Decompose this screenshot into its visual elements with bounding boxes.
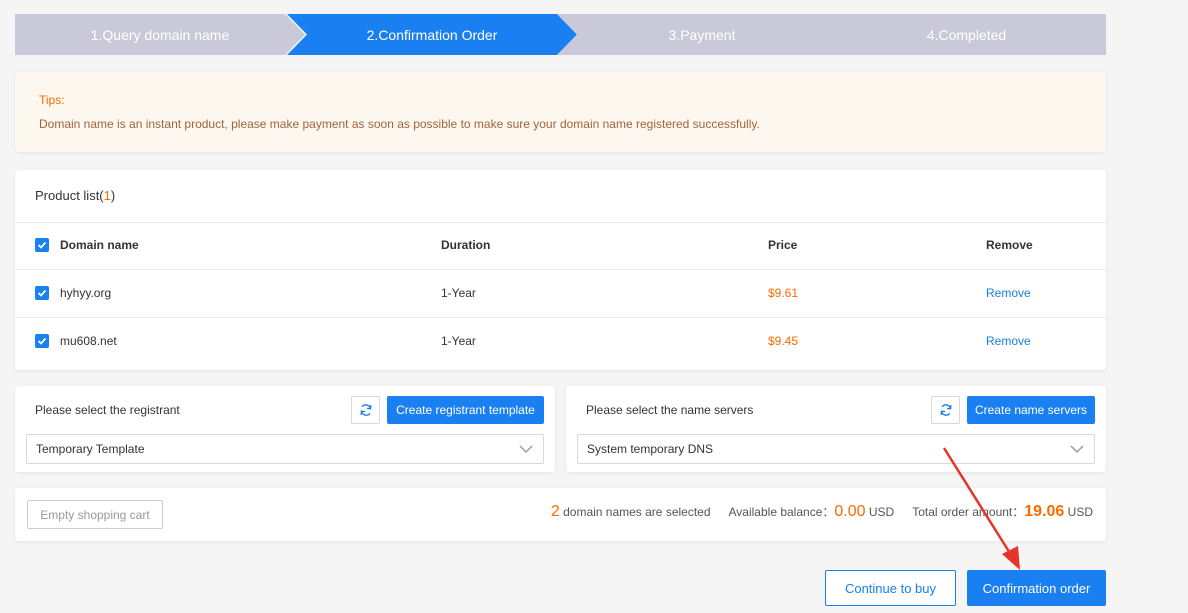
order-summary-panel: Empty shopping cart 2 domain names are s…: [15, 488, 1106, 541]
step-label: 3.Payment: [668, 26, 736, 43]
registrant-label: Please select the registrant: [35, 403, 180, 417]
tips-title: Tips:: [39, 93, 65, 107]
tips-panel: Tips: Domain name is an instant product,…: [15, 72, 1106, 152]
order-summary-line: 2 domain names are selected Available ba…: [551, 503, 1093, 521]
divider: [15, 317, 1106, 318]
step-payment: 3.Payment: [557, 14, 847, 55]
step-label: 2.Confirmation Order: [366, 26, 498, 43]
refresh-icon: [939, 404, 952, 416]
product-list-panel: Product list(1) Domain name Duration Pri…: [15, 170, 1106, 370]
check-icon: [37, 241, 47, 249]
step-label: 1.Query domain name: [90, 26, 230, 43]
header-domain-name: Domain name: [60, 238, 139, 252]
step-label: 4.Completed: [926, 26, 1007, 43]
name-servers-label: Please select the name servers: [586, 403, 754, 417]
selected-count: 2: [550, 503, 560, 520]
registrant-panel: Please select the registrant Create regi…: [15, 386, 555, 472]
registrant-selected-value: Temporary Template: [36, 442, 145, 456]
row-checkbox[interactable]: [35, 334, 49, 348]
price-cell: $9.45: [768, 334, 799, 348]
product-count: 1: [103, 188, 111, 203]
refresh-icon: [359, 404, 372, 416]
price-cell: $9.61: [768, 286, 799, 300]
header-price: Price: [768, 238, 798, 252]
create-registrant-template-button[interactable]: Create registrant template: [387, 396, 544, 424]
header-remove: Remove: [986, 238, 1033, 252]
product-list-title-text: Product list(: [35, 188, 104, 203]
select-all-checkbox[interactable]: [35, 238, 49, 252]
name-servers-panel: Please select the name servers Create na…: [566, 386, 1106, 472]
step-query-domain: 1.Query domain name: [15, 14, 305, 55]
total-unit: USD: [1067, 505, 1093, 519]
order-steps: 1.Query domain name 2.Confirmation Order…: [15, 14, 1106, 55]
domain-name-cell: hyhyy.org: [60, 286, 112, 300]
balance-unit: USD: [868, 505, 895, 519]
remove-link[interactable]: Remove: [986, 286, 1031, 300]
balance-label: Available balance：: [728, 505, 835, 519]
step-confirmation-order: 2.Confirmation Order: [287, 14, 577, 55]
total-label: Total order amount：: [912, 505, 1025, 519]
refresh-registrant-button[interactable]: [351, 396, 380, 424]
header-duration: Duration: [441, 238, 491, 252]
duration-cell: 1-Year: [441, 286, 476, 300]
product-list-title-end: ): [110, 188, 116, 203]
domain-name-cell: mu608.net: [60, 334, 117, 348]
balance-value: 0.00: [834, 503, 866, 520]
name-servers-select[interactable]: System temporary DNS: [577, 434, 1095, 464]
selected-text: domain names are selected: [563, 505, 711, 519]
registrant-select[interactable]: Temporary Template: [26, 434, 544, 464]
divider: [15, 222, 1106, 223]
create-name-servers-button[interactable]: Create name servers: [967, 396, 1095, 424]
check-icon: [37, 289, 47, 297]
check-icon: [37, 337, 47, 345]
total-value: 19.06: [1024, 503, 1065, 520]
row-checkbox[interactable]: [35, 286, 49, 300]
product-list-title: Product list(1): [35, 188, 115, 203]
confirmation-order-button[interactable]: Confirmation order: [967, 570, 1106, 606]
duration-cell: 1-Year: [441, 334, 476, 348]
continue-to-buy-button[interactable]: Continue to buy: [825, 570, 956, 606]
refresh-name-servers-button[interactable]: [931, 396, 960, 424]
step-completed: 4.Completed: [827, 14, 1106, 55]
chevron-down-icon: [1070, 445, 1084, 453]
tips-text: Domain name is an instant product, pleas…: [39, 117, 760, 131]
empty-shopping-cart-button[interactable]: Empty shopping cart: [27, 500, 163, 529]
chevron-down-icon: [519, 445, 533, 453]
remove-link[interactable]: Remove: [986, 334, 1031, 348]
name-servers-selected-value: System temporary DNS: [587, 442, 714, 456]
divider: [15, 269, 1106, 270]
